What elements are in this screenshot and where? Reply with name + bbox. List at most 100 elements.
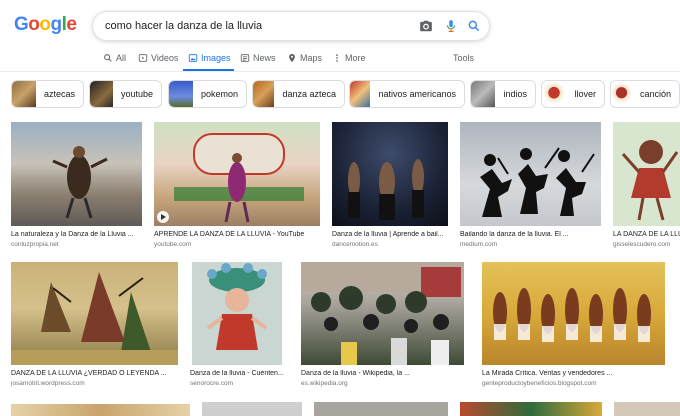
image-result[interactable]: Danza de la lluvia - Cuénten... senorocr…	[190, 262, 290, 392]
result-image[interactable]	[202, 402, 302, 416]
native-dancers-painting	[11, 272, 178, 365]
chip-cancion[interactable]: canción	[610, 80, 680, 108]
result-caption[interactable]: Bailando la danza de la lluvia. El ...	[460, 231, 601, 238]
result-source[interactable]: dancemotion.es	[332, 241, 448, 248]
image-result-partial[interactable]	[202, 402, 302, 416]
result-image[interactable]	[613, 122, 680, 226]
chip-thumbnail	[542, 81, 567, 107]
logo-letter: o	[28, 14, 40, 35]
result-source[interactable]: medium.com	[460, 241, 601, 248]
image-result[interactable]: La Mirada Crítica. Ventas y vendedores .…	[482, 262, 668, 392]
dancer-illustration	[52, 146, 108, 219]
result-source[interactable]: josamotril.wordpress.com	[11, 380, 178, 387]
tab-label: Images	[201, 53, 231, 63]
dancers-in-line-painting	[493, 288, 651, 342]
google-logo[interactable]: Google	[14, 14, 77, 36]
logo-letter: e	[66, 14, 77, 35]
result-source[interactable]: conluzpropia.net	[11, 241, 142, 248]
tab-videos[interactable]: Videos	[138, 53, 178, 63]
chip-aztecas[interactable]: aztecas	[11, 80, 84, 108]
chip-danza-azteca[interactable]: danza azteca	[252, 80, 345, 108]
search-icon[interactable]	[467, 19, 481, 33]
image-result[interactable]: Danza de la lluvia - Wikipedia, la ... e…	[301, 262, 467, 392]
tab-news[interactable]: News	[240, 53, 276, 63]
search-bar[interactable]: como hacer la danza de la lluvia	[92, 11, 490, 41]
play-icon[interactable]	[157, 211, 169, 223]
chip-thumbnail	[253, 81, 275, 107]
tab-images[interactable]: Images	[188, 53, 231, 63]
result-caption[interactable]: DANZA DE LA LLUVIA ¿VERDAD O LEYENDA ...	[11, 370, 178, 377]
result-image[interactable]	[154, 122, 320, 226]
result-caption[interactable]: Danza de la lluvia - Wikipedia, la ...	[301, 370, 467, 377]
logo-letter: g	[50, 14, 63, 35]
image-icon	[188, 54, 198, 62]
cartoon-dancer-illustration	[613, 122, 680, 226]
crowd-photo-illustration	[301, 262, 464, 365]
image-result[interactable]: LA DANZA DE LA LLUV gisselescudero.com	[613, 122, 680, 252]
result-source[interactable]: genteproductoybeneficios.blogspot.com	[482, 380, 668, 387]
tab-label: News	[253, 53, 276, 63]
chip-label: danza azteca	[282, 89, 336, 99]
dancers-illustration	[348, 159, 424, 220]
search-input[interactable]: como hacer la danza de la lluvia	[105, 20, 262, 32]
video-icon	[138, 54, 148, 62]
result-caption[interactable]: LA DANZA DE LA LLUV	[613, 231, 680, 238]
chip-label: llover	[574, 89, 596, 99]
result-caption[interactable]: Danza de la lluvia - Cuénten...	[190, 370, 290, 377]
illustrated-dancer	[206, 263, 268, 350]
image-result-partial[interactable]	[614, 402, 680, 416]
tab-more[interactable]: More	[332, 53, 366, 63]
image-result[interactable]: Danza de la lluvia | Aprende a bail... d…	[332, 122, 448, 252]
news-icon	[240, 54, 250, 62]
image-result-partial[interactable]	[314, 402, 448, 416]
result-image[interactable]	[614, 402, 680, 416]
image-result[interactable]: La naturaleza y la Danza de la Lluvia ..…	[11, 122, 142, 252]
result-caption[interactable]: Danza de la lluvia | Aprende a bail...	[332, 231, 448, 238]
chip-thumbnail	[169, 81, 193, 107]
result-image[interactable]	[11, 404, 190, 416]
result-source[interactable]: youtube.com	[154, 241, 320, 248]
image-result-partial[interactable]	[11, 404, 190, 416]
tab-label: All	[116, 53, 127, 63]
tab-all[interactable]: All	[103, 53, 126, 63]
result-image[interactable]	[314, 402, 448, 416]
chip-nativos-americanos[interactable]: nativos americanos	[349, 80, 465, 108]
result-image[interactable]	[460, 122, 601, 226]
result-image[interactable]	[11, 122, 142, 226]
result-caption[interactable]: La naturaleza y la Danza de la Lluvia ..…	[11, 231, 142, 238]
result-image[interactable]	[192, 262, 282, 365]
image-result[interactable]: DANZA DE LA LLUVIA ¿VERDAD O LEYENDA ...…	[11, 262, 178, 392]
result-caption[interactable]: La Mirada Crítica. Ventas y vendedores .…	[482, 370, 668, 377]
tab-tools[interactable]: Tools	[453, 53, 474, 63]
chip-thumbnail	[350, 81, 371, 107]
result-source[interactable]: es.wikipedia.org	[301, 380, 467, 387]
result-image[interactable]	[301, 262, 464, 365]
image-result[interactable]: Bailando la danza de la lluvia. El ... m…	[460, 122, 601, 252]
result-image[interactable]	[332, 122, 448, 226]
result-image[interactable]	[460, 402, 602, 416]
microphone-icon[interactable]	[444, 19, 458, 33]
video-thumbnail-illustration	[174, 133, 304, 223]
camera-icon[interactable]	[419, 19, 433, 33]
image-result[interactable]: APRENDE LA DANZA DE LA LLUVIA - YouTube …	[154, 122, 320, 252]
chip-label: youtube	[120, 89, 153, 99]
chip-llover[interactable]: llover	[541, 80, 605, 108]
chip-youtube[interactable]: youtube	[89, 80, 162, 108]
result-image[interactable]	[11, 262, 178, 365]
result-caption[interactable]: APRENDE LA DANZA DE LA LLUVIA - YouTube	[154, 231, 320, 238]
more-vertical-icon	[336, 54, 338, 62]
tab-maps[interactable]: Maps	[287, 53, 322, 63]
search-icon	[104, 54, 112, 62]
tab-label: More	[345, 53, 366, 63]
result-source[interactable]: gisselescudero.com	[613, 241, 680, 248]
result-source[interactable]: senorocre.com	[190, 380, 290, 387]
chip-label: pokemon	[200, 89, 238, 99]
kokopelli-silhouettes	[480, 147, 595, 217]
logo-letter: o	[39, 14, 51, 35]
active-tab-indicator	[183, 69, 234, 71]
image-result-partial[interactable]	[460, 402, 602, 416]
result-image[interactable]	[482, 262, 665, 365]
tab-label: Videos	[151, 53, 179, 63]
chip-indios[interactable]: indios	[470, 80, 536, 108]
chip-pokemon[interactable]: pokemon	[168, 80, 247, 108]
